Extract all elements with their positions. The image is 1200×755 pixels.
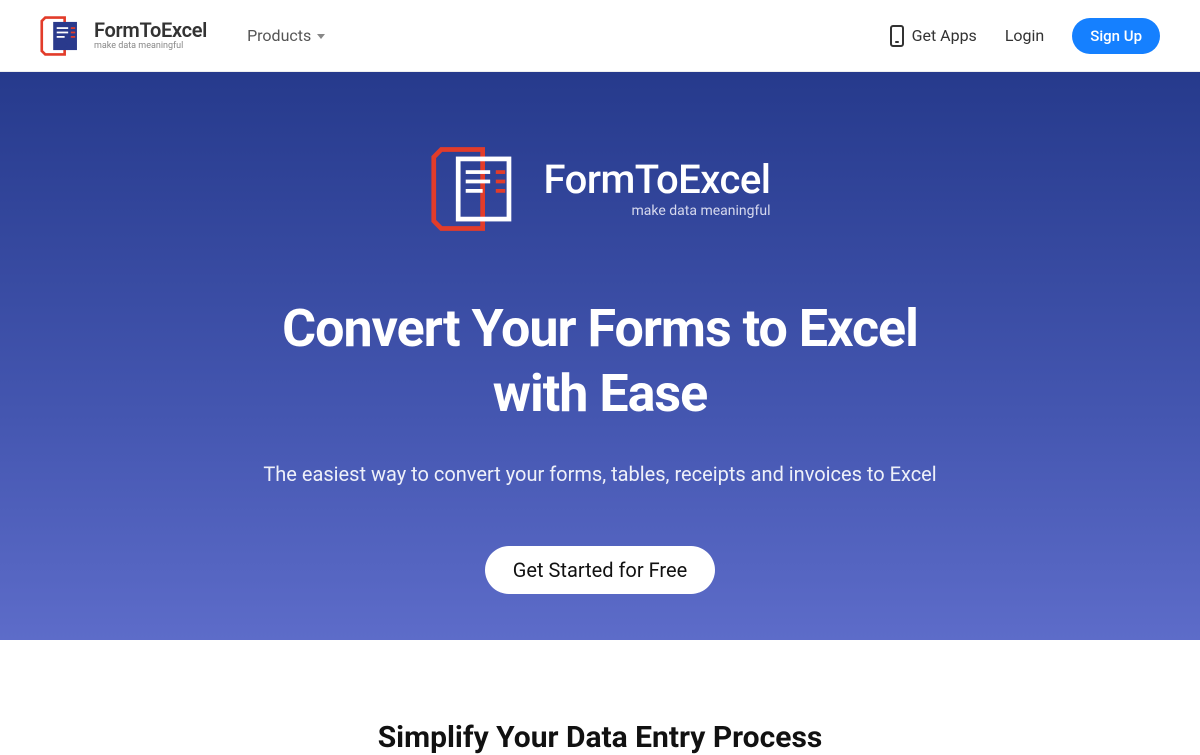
- nav-right: Get Apps Login Sign Up: [890, 18, 1160, 54]
- products-label: Products: [247, 26, 311, 45]
- hero-title-line1: Convert Your Forms to Excel: [282, 298, 918, 359]
- hero-title-line2: with Ease: [493, 363, 707, 424]
- phone-icon: [890, 25, 904, 47]
- section-simplify: Simplify Your Data Entry Process: [0, 640, 1200, 755]
- navbar: FormToExcel make data meaningful Product…: [0, 0, 1200, 72]
- hero-subtitle: The easiest way to convert your forms, t…: [263, 462, 936, 486]
- hero-brand: FormToExcel make data meaningful: [430, 142, 771, 236]
- hero-brand-tagline: make data meaningful: [632, 204, 771, 218]
- signup-button[interactable]: Sign Up: [1072, 18, 1160, 54]
- hero-brand-name: FormToExcel: [544, 160, 771, 200]
- brand-tagline: make data meaningful: [94, 42, 207, 51]
- brand-text: FormToExcel make data meaningful: [94, 20, 207, 51]
- login-link[interactable]: Login: [1005, 26, 1044, 45]
- chevron-down-icon: [317, 34, 325, 39]
- cta-label: Get Started for Free: [513, 558, 687, 582]
- signup-label: Sign Up: [1090, 27, 1142, 45]
- get-apps-link[interactable]: Get Apps: [890, 25, 977, 47]
- brand-logo[interactable]: FormToExcel make data meaningful: [40, 14, 207, 58]
- brand-name: FormToExcel: [94, 20, 207, 40]
- hero-title: Convert Your Forms to Excel with Ease: [282, 296, 918, 426]
- form-to-excel-icon: [40, 14, 84, 58]
- get-started-button[interactable]: Get Started for Free: [485, 546, 715, 594]
- login-label: Login: [1005, 26, 1044, 45]
- hero-brand-text: FormToExcel make data meaningful: [544, 160, 771, 218]
- form-to-excel-icon: [430, 142, 524, 236]
- nav-left: FormToExcel make data meaningful Product…: [40, 14, 325, 58]
- get-apps-label: Get Apps: [912, 26, 977, 45]
- hero-section: FormToExcel make data meaningful Convert…: [0, 72, 1200, 640]
- products-dropdown[interactable]: Products: [247, 26, 325, 45]
